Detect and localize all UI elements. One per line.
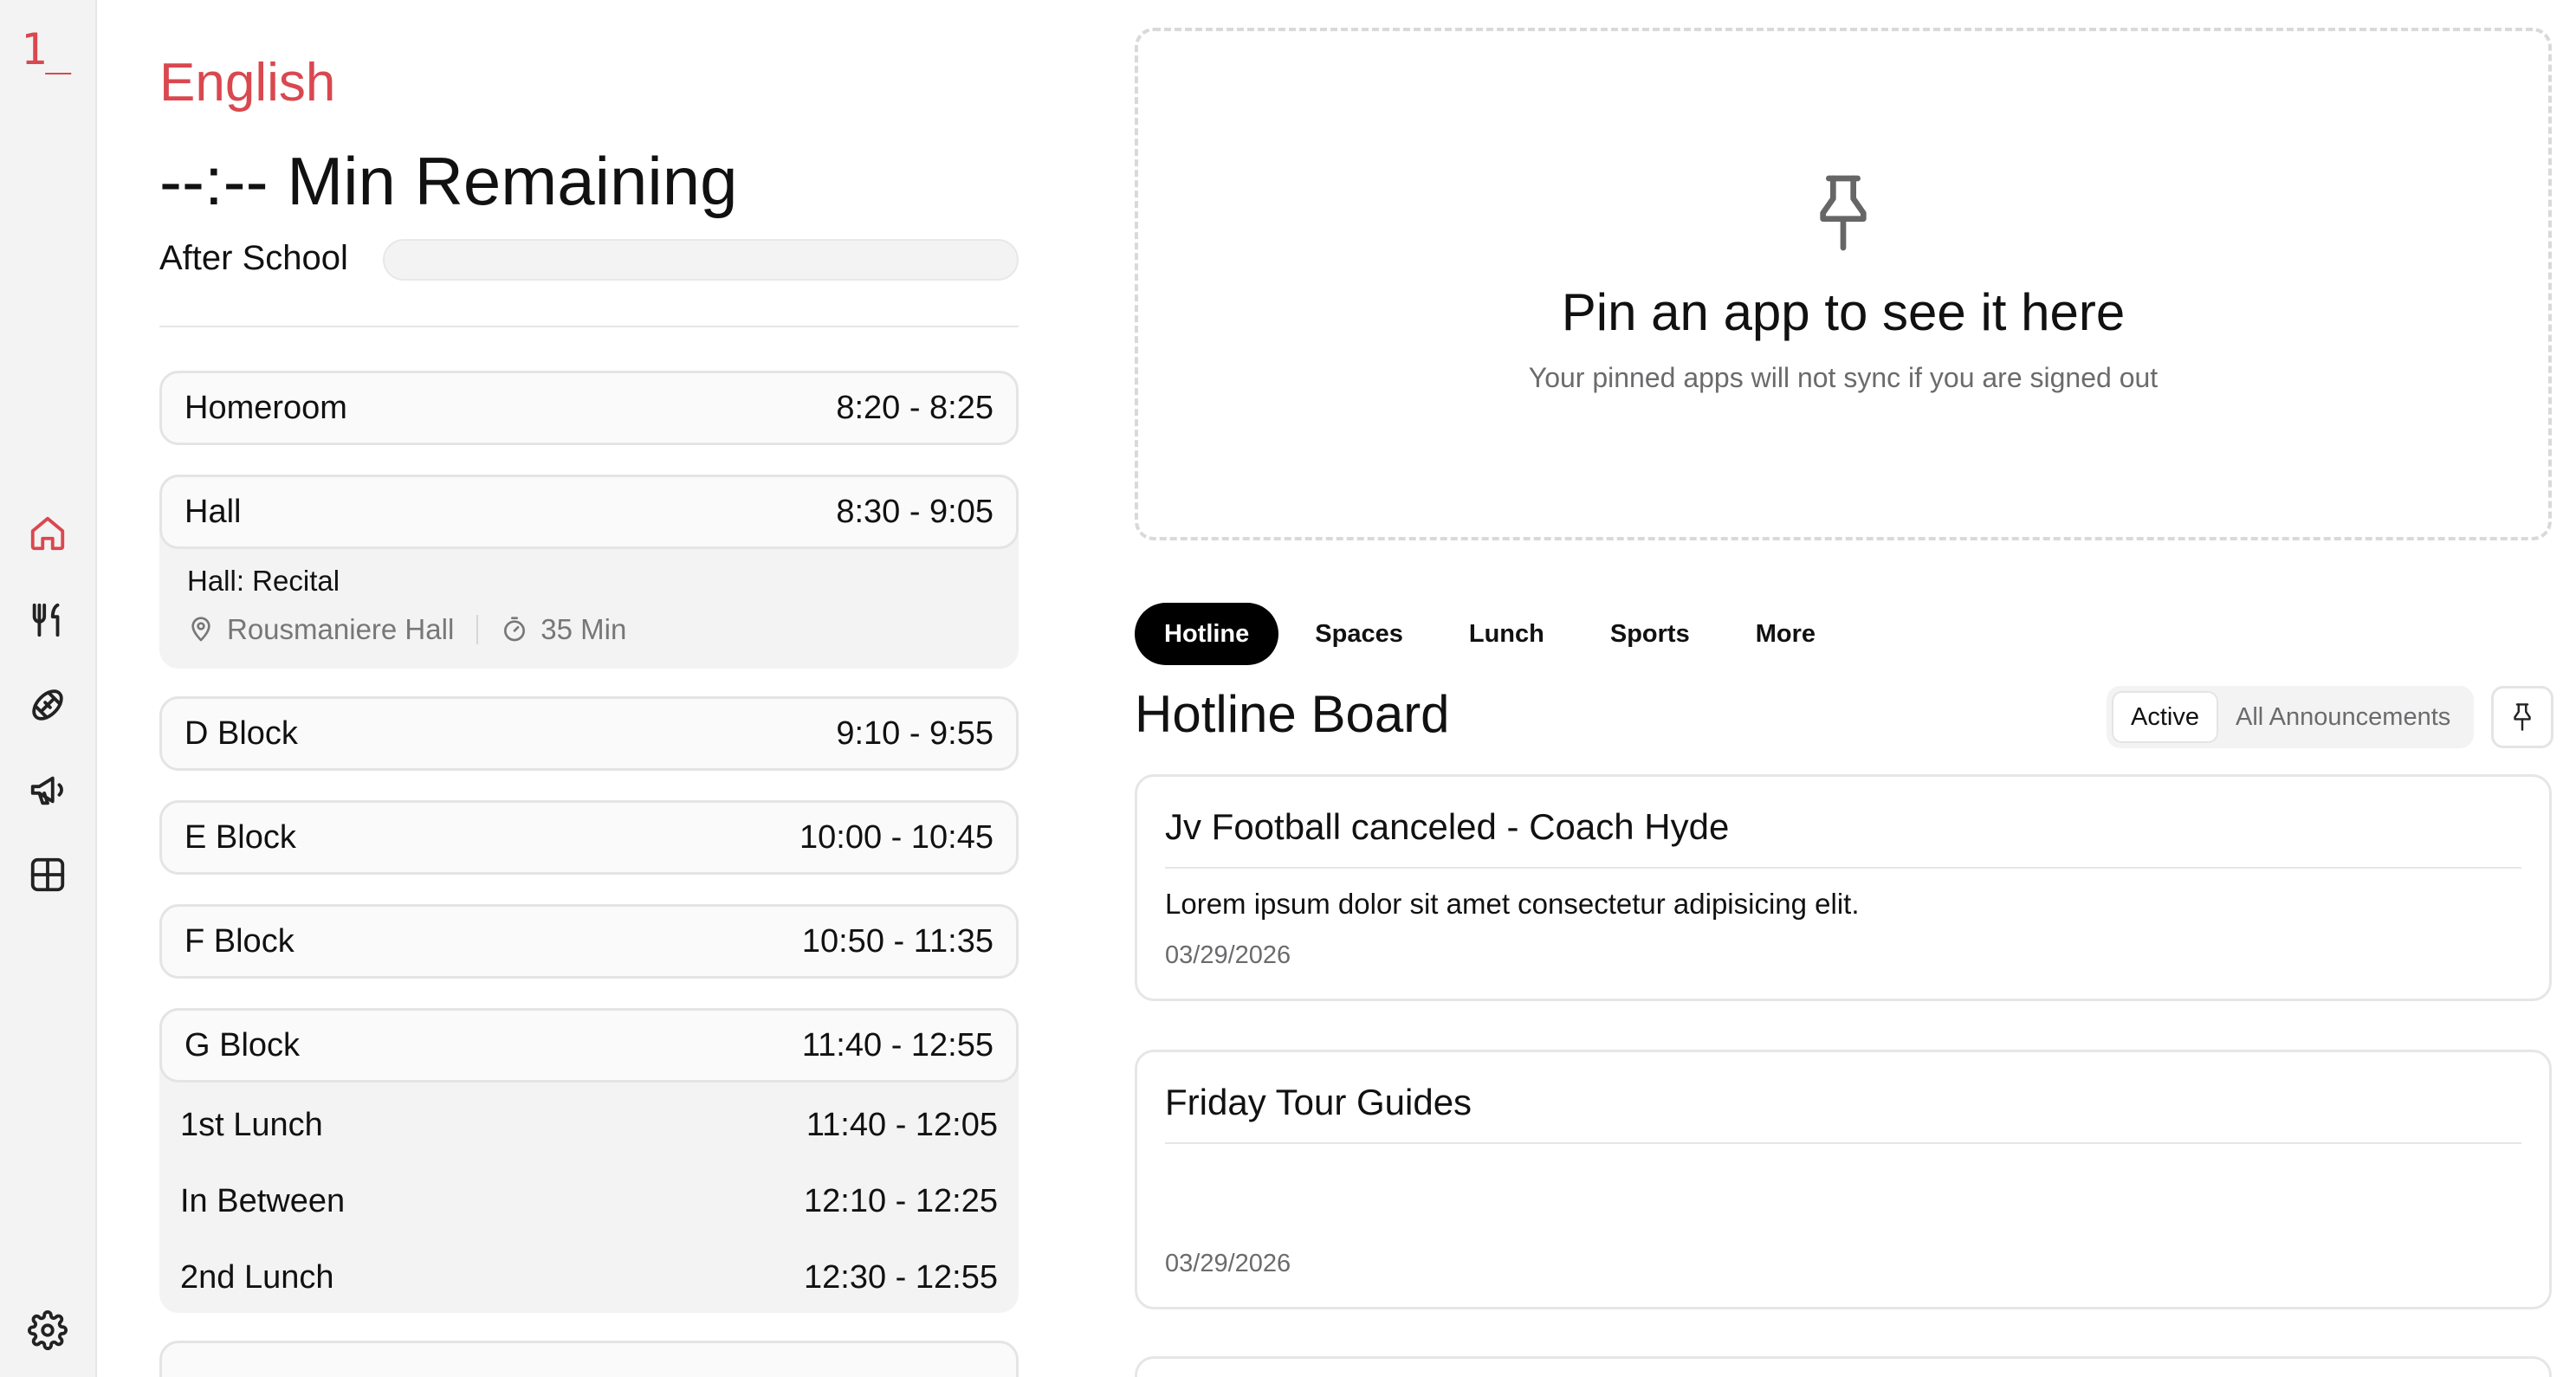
period-name: E Block xyxy=(184,818,296,856)
announcement-divider xyxy=(1165,1142,2521,1144)
period-g-block[interactable]: G Block 11:40 - 12:55 xyxy=(159,1008,1019,1083)
announcement-title: Jv Football canceled - Coach Hyde xyxy=(1165,806,1730,847)
sub-period-1st-lunch: 1st Lunch 11:40 - 12:05 xyxy=(180,1107,998,1144)
period-name: Hall xyxy=(184,493,242,530)
period-homeroom[interactable]: Homeroom 8:20 - 8:25 xyxy=(159,371,1019,445)
schedule-panel: English --:-- Min Remaining After School… xyxy=(159,0,1019,1377)
announcement-filter: Active All Announcements xyxy=(2107,686,2474,748)
period-time: 8:30 - 9:05 xyxy=(836,493,994,530)
period-name: F Block xyxy=(184,922,294,960)
sidebar-item-home[interactable] xyxy=(27,513,68,554)
sidebar-item-lunch[interactable] xyxy=(27,599,68,641)
period-name: D Block xyxy=(184,714,298,752)
period-duration: 35 Min xyxy=(540,613,627,645)
football-icon xyxy=(32,689,63,721)
sidebar-item-sports[interactable] xyxy=(27,684,68,726)
pinned-app-dropzone: Pin an app to see it here Your pinned ap… xyxy=(1135,28,2552,540)
period-group-g-block: G Block 11:40 - 12:55 1st Lunch 11:40 - … xyxy=(159,1008,1019,1313)
pin-icon xyxy=(1820,175,1867,251)
period-progress-bar xyxy=(383,239,1019,281)
sidebar-item-announcements[interactable] xyxy=(27,769,68,811)
period-d-block[interactable]: D Block 9:10 - 9:55 xyxy=(159,696,1019,771)
time-remaining: --:-- Min Remaining xyxy=(159,143,738,219)
period-detail-meta: Rousmaniere Hall 35 Min xyxy=(187,613,626,646)
filter-all-button[interactable]: All Announcements xyxy=(2218,691,2468,743)
filter-active-button[interactable]: Active xyxy=(2112,691,2218,743)
period-group-hall: Hall 8:30 - 9:05 Hall: Recital Rousmanie… xyxy=(159,475,1019,669)
announcement-card[interactable]: Jv Football canceled - Coach Hyde Lorem … xyxy=(1135,774,2552,1001)
sidebar: 1_ xyxy=(0,0,97,1377)
tab-lunch[interactable]: Lunch xyxy=(1440,603,1574,665)
period-name: G Block xyxy=(184,1026,301,1063)
period-time: 9:10 - 9:55 xyxy=(836,714,994,752)
announcement-date: 03/29/2026 xyxy=(1165,941,1291,969)
announcement-divider xyxy=(1165,867,2521,869)
tab-sports[interactable]: Sports xyxy=(1581,603,1719,665)
period-f-block[interactable]: F Block 10:50 - 11:35 xyxy=(159,904,1019,979)
location-pin-icon xyxy=(191,617,210,642)
period-time: 8:20 - 8:25 xyxy=(836,389,994,426)
sub-period-name: In Between xyxy=(180,1183,346,1219)
sub-period-name: 1st Lunch xyxy=(180,1107,323,1143)
meta-separator xyxy=(476,615,479,644)
app-logo[interactable]: 1_ xyxy=(21,24,71,74)
announcement-card[interactable]: Friday Tour Guides 03/29/2026 xyxy=(1135,1050,2552,1309)
schedule-divider xyxy=(159,326,1019,327)
home-icon xyxy=(30,516,65,551)
app-tabs: Hotline Spaces Lunch Sports More xyxy=(1135,603,1845,665)
board-title: Hotline Board xyxy=(1135,685,1450,743)
period-hall[interactable]: Hall 8:30 - 9:05 xyxy=(159,475,1019,549)
utensils-icon xyxy=(32,603,60,637)
announcement-body: Lorem ipsum dolor sit amet consectetur a… xyxy=(1165,888,1860,920)
period-e-block[interactable]: E Block 10:00 - 10:45 xyxy=(159,800,1019,875)
sub-period-2nd-lunch: 2nd Lunch 12:30 - 12:55 xyxy=(180,1259,998,1296)
next-period-label: After School xyxy=(159,239,348,277)
period-time: 10:50 - 11:35 xyxy=(801,922,994,960)
pin-icon xyxy=(2514,703,2531,731)
tab-more[interactable]: More xyxy=(1726,603,1845,665)
announcement-date: 03/29/2026 xyxy=(1165,1250,1291,1277)
pinned-empty-subtitle: Your pinned apps will not sync if you ar… xyxy=(1528,362,2159,393)
period-location: Rousmaniere Hall xyxy=(227,613,455,645)
pin-board-button[interactable] xyxy=(2491,686,2553,748)
period-time: 10:00 - 10:45 xyxy=(799,818,994,856)
sub-period-name: 2nd Lunch xyxy=(180,1259,334,1296)
gear-icon xyxy=(28,1310,68,1350)
sub-period-time: 11:40 - 12:05 xyxy=(806,1107,998,1143)
megaphone-icon xyxy=(30,776,63,805)
period-next-partial[interactable] xyxy=(159,1341,1019,1377)
period-name: Homeroom xyxy=(184,389,347,426)
period-time: 11:40 - 12:55 xyxy=(801,1026,994,1063)
grid-icon xyxy=(30,857,65,892)
announcement-card-partial[interactable] xyxy=(1135,1356,2552,1377)
period-detail-title: Hall: Recital xyxy=(187,565,340,597)
sub-period-in-between: In Between 12:10 - 12:25 xyxy=(180,1183,998,1220)
tab-spaces[interactable]: Spaces xyxy=(1285,603,1433,665)
sub-period-time: 12:10 - 12:25 xyxy=(804,1183,998,1219)
sidebar-item-apps[interactable] xyxy=(27,854,68,895)
announcement-title: Friday Tour Guides xyxy=(1165,1082,1472,1122)
tab-hotline[interactable]: Hotline xyxy=(1135,603,1279,665)
pinned-empty-title: Pin an app to see it here xyxy=(1561,283,2126,341)
sub-period-time: 12:30 - 12:55 xyxy=(804,1259,998,1296)
current-class-name: English xyxy=(159,53,336,113)
timer-icon xyxy=(504,617,526,642)
settings-button[interactable] xyxy=(27,1309,68,1351)
